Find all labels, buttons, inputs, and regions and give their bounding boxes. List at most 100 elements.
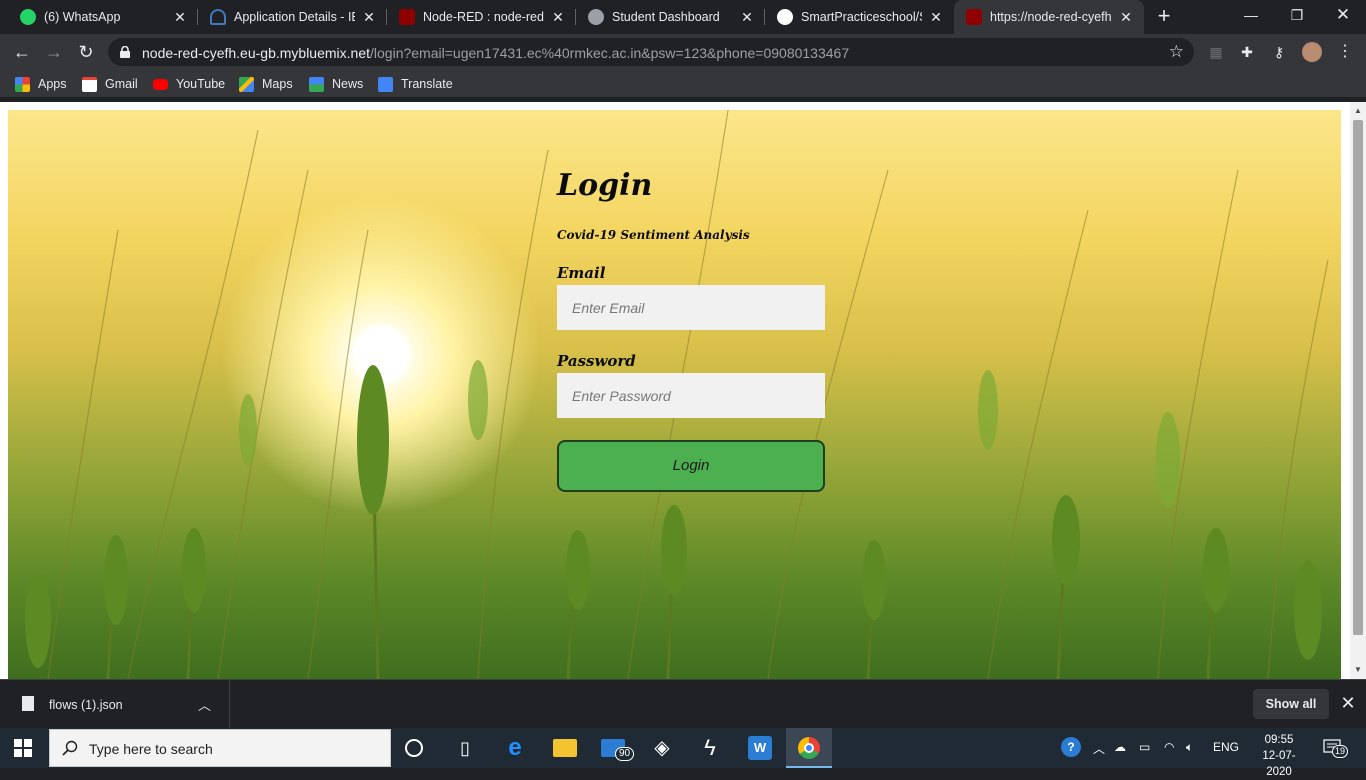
bookmark-apps[interactable]: Apps xyxy=(15,76,67,92)
address-bar[interactable]: node-red-cyefh.eu-gb.mybluemix.net/login… xyxy=(108,38,1194,66)
menu-dots-icon[interactable]: ⋮ xyxy=(1336,43,1354,61)
download-bar: flows (1).json ︿ Show all ✕ xyxy=(0,679,1366,729)
dropbox-icon[interactable]: ◈ xyxy=(650,736,674,760)
wifi-icon[interactable]: ◠ xyxy=(1164,740,1174,754)
bookmark-label: Translate xyxy=(401,77,453,91)
language-indicator[interactable]: ENG xyxy=(1213,740,1239,754)
bookmark-label: Gmail xyxy=(105,77,138,91)
email-input[interactable] xyxy=(557,285,825,330)
tab-strip: (6) WhatsApp ✕ Application Details - IBM… xyxy=(0,0,1366,34)
bookmark-translate[interactable]: Translate xyxy=(378,76,453,92)
task-view-icon[interactable]: ▯ xyxy=(453,736,477,760)
tab-title: Node-RED : node-red-c xyxy=(423,10,544,24)
close-icon[interactable]: ✕ xyxy=(172,9,188,25)
page-title: Login xyxy=(557,168,653,203)
tab-title: Student Dashboard xyxy=(612,10,720,24)
clock[interactable]: 09:55 12-07-2020 xyxy=(1256,732,1302,780)
login-form: Login Covid-19 Sentiment Analysis Email … xyxy=(557,168,825,492)
url-text: node-red-cyefh.eu-gb.mybluemix.net/login… xyxy=(142,45,850,61)
show-all-button[interactable]: Show all xyxy=(1253,689,1329,719)
reload-button[interactable]: ↻ xyxy=(73,39,99,65)
tab-github[interactable]: SmartPracticeschool/SB ✕ xyxy=(765,0,954,34)
ibm-cloud-icon xyxy=(210,9,226,25)
edge-icon[interactable]: e xyxy=(503,736,527,760)
profile-avatar[interactable] xyxy=(1302,42,1322,62)
close-icon[interactable]: ✕ xyxy=(739,9,755,25)
extensions-puzzle-icon[interactable]: ✚ xyxy=(1238,43,1256,61)
bookmark-label: Maps xyxy=(262,77,293,91)
bookmark-gmail[interactable]: Gmail xyxy=(82,76,138,92)
tab-node-red[interactable]: Node-RED : node-red-c ✕ xyxy=(387,0,576,34)
scroll-up-icon[interactable]: ▲ xyxy=(1353,106,1363,116)
bookmark-maps[interactable]: Maps xyxy=(239,76,293,92)
mail-icon[interactable]: 90 xyxy=(601,739,635,761)
key-icon[interactable]: ⚷ xyxy=(1270,43,1288,61)
file-icon xyxy=(22,696,34,711)
clock-date: 12-07-2020 xyxy=(1262,750,1296,778)
scroll-down-icon[interactable]: ▼ xyxy=(1353,665,1363,675)
close-window-button[interactable]: ✕ xyxy=(1320,0,1366,32)
minimize-button[interactable]: — xyxy=(1228,0,1274,32)
wps-writer-icon[interactable]: W xyxy=(748,736,772,760)
email-label: Email xyxy=(557,264,606,282)
back-button[interactable]: ← xyxy=(9,39,35,65)
search-placeholder: Type here to search xyxy=(89,741,213,757)
tab-title: https://node-red-cyefh. xyxy=(990,10,1112,24)
clock-time: 09:55 xyxy=(1264,734,1294,746)
password-input[interactable] xyxy=(557,373,825,418)
bookmark-star-icon[interactable]: ☆ xyxy=(1169,42,1184,62)
restore-button[interactable]: ❐ xyxy=(1274,0,1320,32)
close-icon[interactable]: ✕ xyxy=(928,9,944,25)
bookmark-label: Apps xyxy=(38,77,67,91)
close-download-bar-icon[interactable]: ✕ xyxy=(1338,693,1358,713)
windows-start-icon[interactable] xyxy=(14,739,32,757)
bookmark-label: News xyxy=(332,77,364,91)
download-file-name: flows (1).json xyxy=(49,698,123,712)
tab-title: Application Details - IBM xyxy=(234,10,355,24)
tab-whatsapp[interactable]: (6) WhatsApp ✕ xyxy=(8,0,198,34)
battery-icon[interactable]: ▭ xyxy=(1139,740,1150,754)
apps-grid-icon xyxy=(15,76,30,92)
extension-icon[interactable]: ▦ xyxy=(1207,43,1225,61)
chrome-taskbar-button[interactable] xyxy=(786,728,832,768)
close-icon[interactable]: ✕ xyxy=(361,9,377,25)
new-tab-button[interactable]: + xyxy=(1152,5,1176,29)
chevron-up-icon[interactable]: ︿ xyxy=(1093,740,1105,757)
globe-icon xyxy=(588,9,604,25)
file-explorer-icon[interactable] xyxy=(553,739,577,757)
chevron-up-icon[interactable]: ︿ xyxy=(198,695,211,714)
close-icon[interactable]: ✕ xyxy=(550,9,566,25)
windows-taskbar: Type here to search ▯ e 90 ◈ ϟ W ? ︿ ☁ ▭… xyxy=(0,728,1366,778)
tab-active-node-red-login[interactable]: https://node-red-cyefh. ✕ xyxy=(954,0,1144,34)
browser-toolbar: ← → ↻ node-red-cyefh.eu-gb.mybluemix.net… xyxy=(0,34,1366,70)
translate-icon xyxy=(378,76,393,92)
mail-badge: 90 xyxy=(615,747,635,761)
page-scrollbar[interactable]: ▲ ▼ xyxy=(1350,102,1366,679)
scrollbar-thumb[interactable] xyxy=(1353,120,1363,635)
taskbar-search-box[interactable]: Type here to search xyxy=(49,729,391,767)
chrome-icon xyxy=(798,737,820,759)
tab-title: (6) WhatsApp xyxy=(44,10,121,24)
notification-icon[interactable]: 19 xyxy=(1323,738,1349,758)
tab-ibm-application-details[interactable]: Application Details - IBM ✕ xyxy=(198,0,387,34)
bookmark-label: YouTube xyxy=(176,77,226,91)
volume-icon[interactable]: 🔈︎ xyxy=(1186,740,1193,755)
bookmark-news[interactable]: News xyxy=(309,76,363,92)
forward-button[interactable]: → xyxy=(41,39,67,65)
bookmark-youtube[interactable]: YouTube xyxy=(153,76,225,92)
close-icon[interactable]: ✕ xyxy=(1118,9,1134,25)
cortana-icon[interactable] xyxy=(405,739,423,757)
download-item[interactable]: flows (1).json ︿ xyxy=(0,680,230,729)
onedrive-icon[interactable]: ☁ xyxy=(1114,740,1126,754)
password-label: Password xyxy=(557,352,636,370)
youtube-icon xyxy=(153,78,168,90)
search-icon xyxy=(62,740,78,756)
tab-student-dashboard[interactable]: Student Dashboard ✕ xyxy=(576,0,765,34)
app-s-icon[interactable]: ϟ xyxy=(698,736,722,760)
bookmarks-bar: Apps Gmail YouTube Maps News Translate xyxy=(0,70,1366,98)
page-subtitle: Covid-19 Sentiment Analysis xyxy=(557,228,750,242)
news-icon xyxy=(309,76,324,92)
help-icon[interactable]: ? xyxy=(1061,737,1081,757)
tab-title: SmartPracticeschool/SB xyxy=(801,10,922,24)
login-button[interactable]: Login xyxy=(557,440,825,492)
